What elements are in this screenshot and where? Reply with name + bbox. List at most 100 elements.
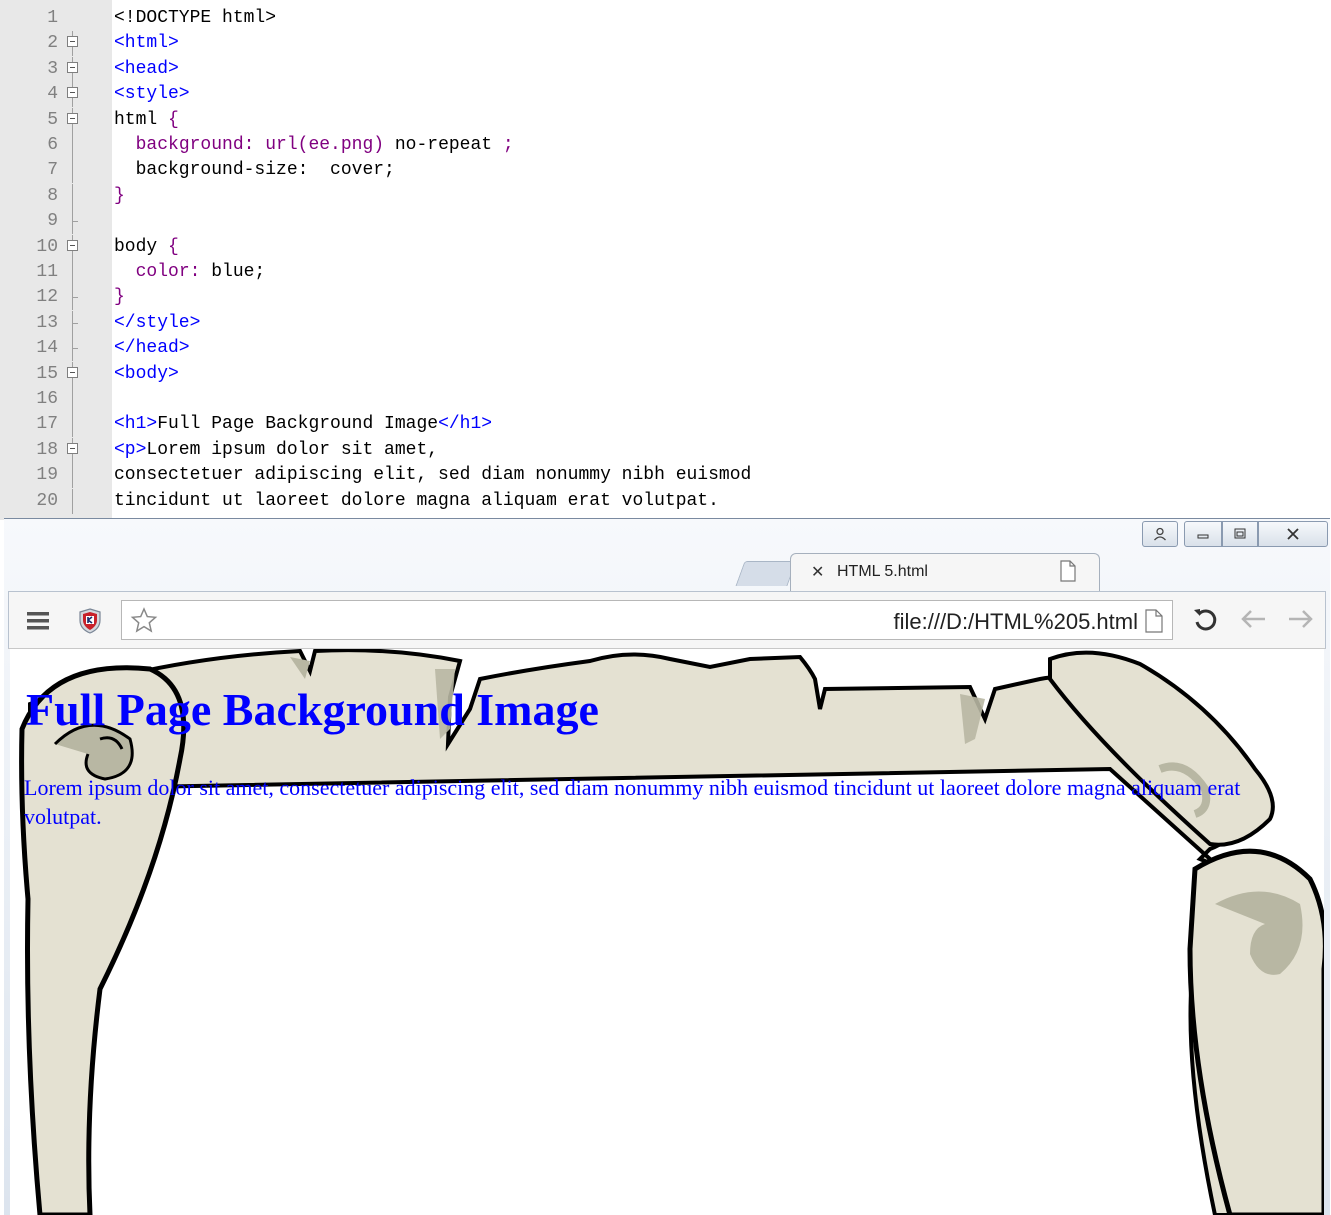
page-viewport[interactable]: Full Page Background Image Lorem ipsum d… (10, 649, 1324, 1215)
line-number: 5 (47, 109, 58, 130)
code-token: background: url(ee.png) (135, 135, 385, 155)
line-number: 12 (36, 287, 58, 308)
line-number: 8 (47, 185, 58, 206)
minimize-icon (1197, 534, 1209, 539)
code-line: 14 </head> (0, 336, 1331, 362)
maximize-icon (1234, 528, 1246, 539)
page-heading: Full Page Background Image (26, 684, 599, 735)
fold-guide (63, 488, 85, 514)
fold-toggle-icon[interactable] (63, 56, 85, 82)
code-line: 2 <html> (0, 31, 1331, 57)
code-line: 9 (0, 209, 1331, 235)
extension-shield-icon[interactable] (79, 608, 101, 639)
code-text: <p>Lorem ipsum dolor sit amet, (114, 438, 438, 463)
line-number: 15 (36, 363, 58, 384)
fold-guide (63, 158, 85, 184)
fold-toggle-icon[interactable] (63, 107, 85, 133)
code-text: } (114, 285, 125, 310)
code-token: html (114, 109, 169, 130)
code-token: } (114, 185, 125, 206)
code-token: } (114, 287, 125, 308)
code-text: <head> (114, 57, 179, 82)
code-token: { (168, 109, 179, 130)
fold-toggle-icon[interactable] (63, 361, 85, 387)
close-tab-icon[interactable]: ✕ (811, 562, 824, 582)
fold-guide (63, 133, 85, 158)
code-token: </h1> (438, 414, 493, 435)
person-icon (1154, 527, 1166, 541)
fold-toggle-icon[interactable] (63, 234, 85, 260)
close-window-button[interactable] (1258, 521, 1328, 547)
code-token: <html> (114, 33, 179, 54)
code-text: <!DOCTYPE html> (114, 6, 276, 31)
code-text: <h1>Full Page Background Image</h1> (114, 412, 492, 437)
code-token: <body> (114, 363, 179, 384)
line-number: 7 (47, 160, 58, 181)
fold-guide (63, 260, 85, 285)
page-info-icon[interactable] (1144, 609, 1164, 638)
code-token: background-size: cover; (114, 160, 395, 181)
code-token: ; (502, 135, 514, 155)
user-profile-button[interactable] (1142, 521, 1178, 547)
background-window-ghost (4, 519, 264, 599)
code-token: no-repeat (384, 135, 503, 155)
code-text: } (114, 184, 125, 209)
fold-toggle-icon[interactable] (63, 31, 85, 57)
code-text: </style> (114, 311, 200, 336)
code-text: consectetuer adipiscing elit, sed diam n… (114, 463, 751, 488)
address-bar[interactable]: file:///D:/HTML%205.html (121, 600, 1173, 640)
fold-guide (63, 285, 85, 311)
code-line: 1 <!DOCTYPE html> (0, 6, 1331, 31)
code-line: 8} (0, 183, 1331, 209)
fold-guide (63, 209, 85, 235)
code-token: color: (135, 262, 201, 282)
code-token: blue; (200, 262, 266, 282)
code-text: html { (114, 108, 179, 133)
fold-guide (63, 336, 85, 362)
code-line: 15 <body> (0, 361, 1331, 387)
code-token: <head> (114, 58, 179, 79)
code-text: tincidunt ut laoreet dolore magna aliqua… (114, 489, 719, 514)
line-number: 16 (36, 389, 58, 409)
code-text: color: blue; (114, 260, 266, 285)
forward-arrow-icon[interactable] (1287, 608, 1315, 635)
fold-toggle-icon[interactable] (63, 437, 85, 463)
code-text: <html> (114, 31, 179, 56)
code-token: consectetuer adipiscing elit, sed diam n… (114, 465, 752, 486)
browser-window: ✕ HTML 5.html file:///D:/HTML%205.html F… (4, 518, 1330, 1215)
line-number: 2 (47, 33, 58, 54)
reload-icon[interactable] (1191, 606, 1219, 639)
menu-icon[interactable] (27, 612, 49, 635)
bookmark-star-icon[interactable] (130, 607, 158, 638)
code-line: 18 <p>Lorem ipsum dolor sit amet, (0, 437, 1331, 463)
code-token: { (168, 236, 179, 257)
url-text: file:///D:/HTML%205.html (893, 609, 1138, 634)
fold-guide (63, 387, 85, 412)
code-token: Lorem ipsum dolor sit amet, (146, 439, 439, 460)
code-text: <style> (114, 82, 190, 107)
line-number: 10 (36, 236, 58, 257)
code-editor[interactable]: 1 <!DOCTYPE html> 2 <html> 3 <head> 4 <style> 5 h… (0, 0, 1331, 520)
new-tab-button[interactable] (735, 561, 797, 586)
line-number: 11 (36, 262, 58, 282)
code-token: body (114, 236, 169, 257)
tab-html5[interactable]: ✕ HTML 5.html (790, 553, 1100, 592)
code-line: 4 <style> (0, 82, 1331, 108)
line-number: 20 (36, 490, 58, 511)
fold-toggle-icon[interactable] (63, 82, 85, 108)
maximize-button[interactable] (1222, 521, 1258, 547)
back-arrow-icon[interactable] (1239, 608, 1267, 635)
fold-guide (63, 310, 85, 336)
code-text: <body> (114, 362, 179, 387)
line-number: 9 (47, 211, 58, 232)
code-line: 20 tincidunt ut laoreet dolore magna aliq… (0, 488, 1331, 514)
minimize-button[interactable] (1184, 521, 1222, 547)
line-number: 13 (36, 312, 58, 333)
close-icon (1287, 528, 1299, 540)
line-number: 19 (36, 465, 58, 486)
code-line: 11 color: blue; (0, 260, 1331, 285)
fold-guide (63, 463, 85, 489)
code-text: </head> (114, 336, 190, 361)
code-token: </head> (114, 338, 190, 359)
